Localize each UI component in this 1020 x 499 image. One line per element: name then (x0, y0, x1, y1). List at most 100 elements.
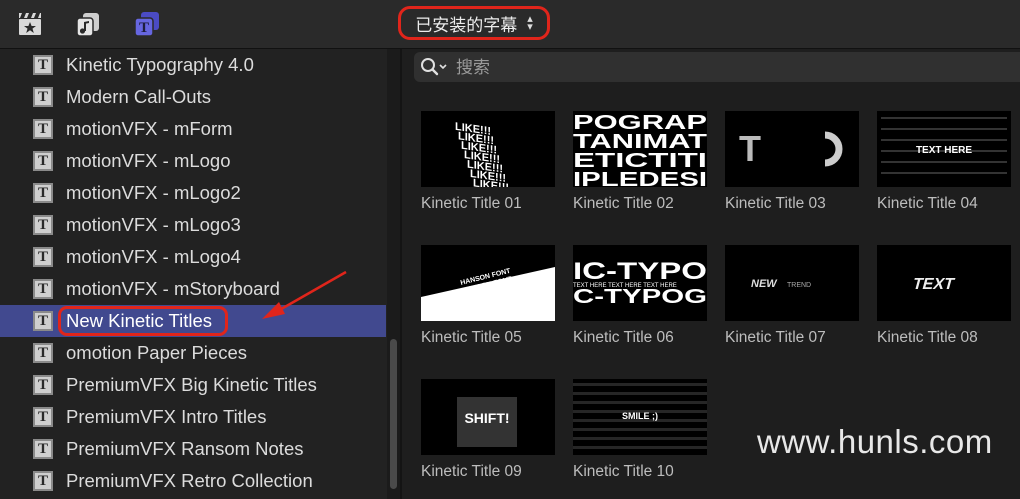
sidebar-item[interactable]: T PremiumVFX Intro Titles (0, 401, 386, 433)
svg-text:IC-TYPO: IC-TYPO (573, 258, 707, 285)
title-thumbnail[interactable]: POGRAP TANIMAT ETICTITI IPLEDESI (573, 111, 707, 187)
sidebar-item-label: motionVFX - mStoryboard (66, 278, 280, 299)
title-tile[interactable]: LIKE!!! LIKE!!! LIKE!!! LIKE!!! LIKE!!! LIKE!… (421, 111, 555, 213)
title-category-icon: T (33, 247, 53, 267)
sidebar-item-label: omotion Paper Pieces (66, 342, 247, 363)
svg-text:TEXT: TEXT (911, 275, 957, 293)
sidebar-item-label: motionVFX - mLogo4 (66, 246, 241, 267)
svg-text:SMILE ;): SMILE ;) (622, 411, 658, 421)
title-category-icon: T (33, 439, 53, 459)
scrollbar-thumb[interactable] (390, 339, 397, 489)
title-category-icon: T (33, 119, 53, 139)
thumbnail-art: SHIFT! (457, 397, 517, 447)
watermark: www.hunls.com (757, 423, 993, 460)
title-tile[interactable]: T Kinetic Title 03 (725, 111, 859, 213)
thumbnail-art: HANSON FONTHANSON FONT (421, 267, 555, 321)
sidebar-item[interactable]: TmotionVFX - mLogo2 (0, 177, 386, 209)
sidebar-item-label: PremiumVFX Retro Collection (66, 470, 313, 491)
title-category-icon: T (33, 55, 53, 75)
title-thumbnail[interactable]: TEXT HERE (877, 111, 1011, 187)
svg-text:T: T (139, 20, 149, 36)
titles-icon[interactable]: T (133, 10, 161, 38)
sidebar-item-label: motionVFX - mForm (66, 118, 233, 139)
title-tile[interactable]: SMILE ;) Kinetic Title 10 (573, 379, 707, 481)
title-category-icon: T (33, 407, 53, 427)
title-thumbnail[interactable]: SMILE ;) (573, 379, 707, 455)
sidebar-item-label: PremiumVFX Big Kinetic Titles (66, 374, 317, 395)
svg-text:TEXT HERE: TEXT HERE (916, 145, 972, 156)
thumbnail-art: NEW TREND (751, 278, 811, 290)
thumbnail-art: TEXT (911, 275, 957, 293)
thumbnail-art: T (739, 128, 843, 169)
sidebar-item[interactable]: TmotionVFX - mLogo (0, 145, 386, 177)
title-tile[interactable]: IC-TYPO TEXT HERE TEXT HERE TEXT HERE C-TY… (573, 245, 707, 347)
title-thumbnail[interactable]: SHIFT! (421, 379, 555, 455)
title-tile-label: Kinetic Title 01 (421, 195, 522, 212)
sidebar-item-label: PremiumVFX Ransom Notes (66, 438, 304, 459)
sidebar-item[interactable]: Tomotion Paper Pieces (0, 337, 386, 369)
sidebar-item-label: motionVFX - mLogo2 (66, 182, 241, 203)
title-tile[interactable]: SHIFT! Kinetic Title 09 (421, 379, 555, 481)
title-category-icon: T (33, 471, 53, 491)
title-tile-label: Kinetic Title 09 (421, 463, 522, 480)
title-thumbnail[interactable]: TEXT (877, 245, 1011, 321)
title-category-icon: T (33, 311, 53, 331)
title-tile-label: Kinetic Title 03 (725, 195, 826, 212)
sidebar-item[interactable]: T New Kinetic Titles (0, 305, 386, 337)
title-tile[interactable]: TEXT HERE Kinetic Title 04 (877, 111, 1011, 213)
sidebar-item-label: motionVFX - mLogo (66, 150, 231, 171)
panel-divider[interactable] (400, 49, 402, 499)
search-bar (414, 52, 1020, 82)
clapper-star-icon[interactable] (16, 10, 44, 38)
music-photo-icon[interactable] (74, 10, 102, 38)
sidebar-list: T Kinetic Typography 4.0 T Modern Call-Outs… (0, 49, 386, 497)
title-tile[interactable]: TEXT Kinetic Title 08 (877, 245, 1011, 347)
search-input[interactable] (454, 54, 958, 82)
dropdown-label: 已安装的字幕 (415, 15, 518, 35)
sidebar-item[interactable]: T PremiumVFX Ransom Notes (0, 433, 386, 465)
title-thumbnail[interactable]: HANSON FONT HANSON FONT (421, 245, 555, 321)
title-tile[interactable]: NEW TREND Kinetic Title 07 (725, 245, 859, 347)
top-toolbar: T 已安装的字幕 ▴ ▾ (0, 0, 1020, 49)
title-tile-label: Kinetic Title 04 (877, 195, 978, 212)
title-tile-label: Kinetic Title 07 (725, 329, 826, 346)
sidebar-item-label: Modern Call-Outs (66, 86, 211, 107)
sidebar-item[interactable]: T Modern Call-Outs (0, 81, 386, 113)
svg-text:IPLEDESI: IPLEDESI (573, 169, 707, 187)
svg-text:C-TYPOG: C-TYPOG (573, 286, 707, 308)
title-tile-label: Kinetic Title 05 (421, 329, 522, 346)
svg-text:TREND: TREND (787, 282, 811, 289)
sidebar-item[interactable]: TmotionVFX - mForm (0, 113, 386, 145)
search-icon[interactable] (420, 57, 450, 77)
installed-titles-dropdown[interactable]: 已安装的字幕 ▴ ▾ (398, 6, 550, 40)
thumbnail-art: SMILE ;) (573, 383, 707, 449)
sidebar-item-label: motionVFX - mLogo3 (66, 214, 241, 235)
thumbnail-art: TEXT HERE (881, 117, 1007, 174)
sidebar-item-label: PremiumVFX Intro Titles (66, 406, 267, 427)
title-category-icon: T (33, 375, 53, 395)
sidebar-item[interactable]: T PremiumVFX Retro Collection (0, 465, 386, 497)
sidebar-item[interactable]: TmotionVFX - mLogo4 (0, 241, 386, 273)
sidebar-item[interactable]: TmotionVFX - mStoryboard (0, 273, 386, 305)
sidebar-item[interactable]: TmotionVFX - mLogo3 (0, 209, 386, 241)
chevron-updown-icon: ▴ ▾ (527, 13, 533, 33)
svg-text:SHIFT!: SHIFT! (464, 410, 509, 426)
title-thumbnail[interactable]: T (725, 111, 859, 187)
svg-text:NEW: NEW (751, 278, 778, 290)
sidebar: T Kinetic Typography 4.0 T Modern Call-Outs… (0, 49, 400, 499)
thumbnail-art: IC-TYPOTEXT HERE TEXT HERE TEXT HEREC-TY… (573, 258, 707, 308)
sidebar-item[interactable]: T PremiumVFX Big Kinetic Titles (0, 369, 386, 401)
svg-text:T: T (739, 128, 761, 169)
title-thumbnail[interactable]: NEW TREND (725, 245, 859, 321)
annotation-highlight-box (58, 306, 228, 336)
title-thumbnail[interactable]: LIKE!!! LIKE!!! LIKE!!! LIKE!!! LIKE!!! LIKE!… (421, 111, 555, 187)
sidebar-scrollbar[interactable] (387, 49, 400, 499)
title-tile[interactable]: POGRAP TANIMAT ETICTITI IPLEDESI Kinetic Tit… (573, 111, 707, 213)
title-tile-label: Kinetic Title 10 (573, 463, 674, 480)
sidebar-item[interactable]: T Kinetic Typography 4.0 (0, 49, 386, 81)
thumbnail-art: POGRAPTANIMATETICTITIIPLEDESI (573, 112, 707, 187)
title-tile-label: Kinetic Title 06 (573, 329, 674, 346)
title-tile[interactable]: HANSON FONT HANSON FONT Kinetic Title 05 (421, 245, 555, 347)
title-category-icon: T (33, 279, 53, 299)
title-thumbnail[interactable]: IC-TYPO TEXT HERE TEXT HERE TEXT HERE C-TY… (573, 245, 707, 321)
